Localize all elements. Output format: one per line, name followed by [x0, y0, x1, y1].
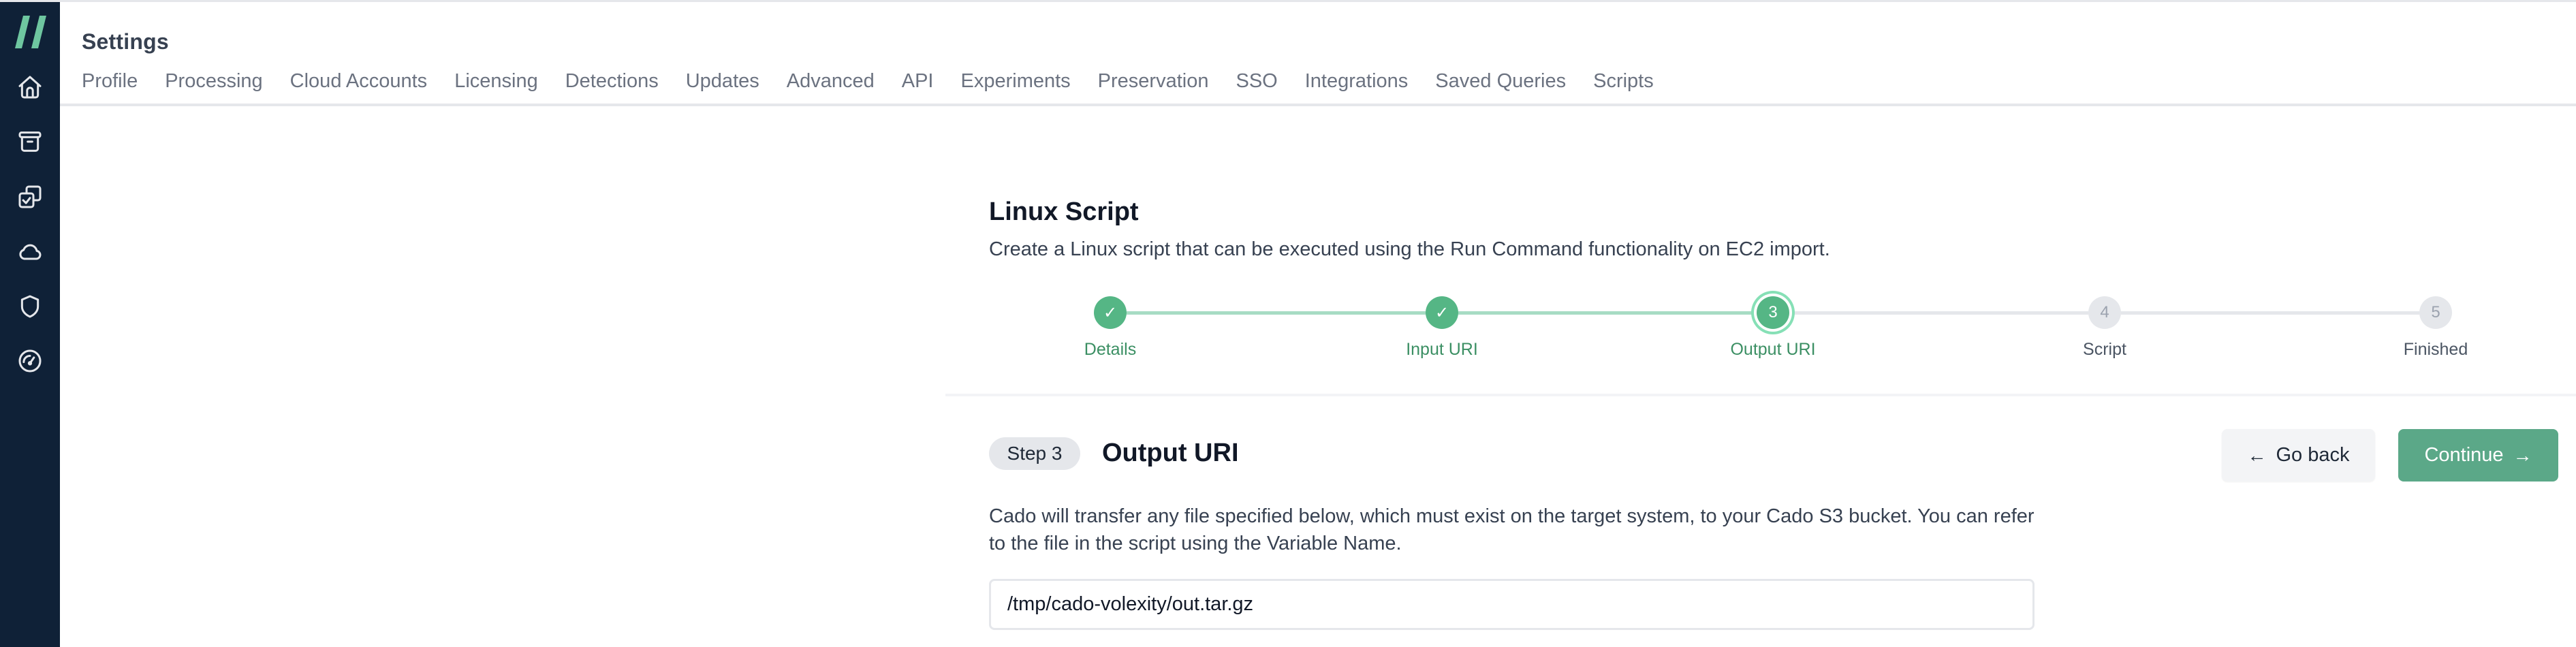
wizard-description: Create a Linux script that can be execut…	[989, 238, 1830, 260]
step-badge: Step 3	[989, 437, 1080, 470]
tab-experiments[interactable]: Experiments	[961, 69, 1071, 93]
tab-sso[interactable]: SSO	[1236, 69, 1277, 93]
step-title: Output URI	[1102, 439, 1239, 467]
stepper-connector-todo	[2121, 311, 2419, 315]
step-label: Finished	[2403, 340, 2468, 359]
step-number: 3	[1757, 296, 1789, 329]
settings-tabs: Profile Processing Cloud Accounts Licens…	[82, 69, 1681, 93]
go-back-button[interactable]: ← Go back	[2222, 429, 2375, 482]
stepper-connector-todo	[1789, 311, 2088, 315]
tab-preservation[interactable]: Preservation	[1098, 69, 1209, 93]
settings-header: Settings Profile Processing Cloud Accoun…	[60, 2, 2576, 106]
step-label: Output URI	[1730, 340, 1816, 359]
step-number: 5	[2419, 296, 2452, 329]
check-icon: ✓	[1426, 296, 1458, 329]
tab-api[interactable]: API	[902, 69, 934, 93]
step-label: Script	[2083, 340, 2126, 359]
cado-logo-icon[interactable]	[14, 14, 49, 50]
step-label: Input URI	[1406, 340, 1478, 359]
output-uri-input[interactable]	[989, 579, 2035, 630]
stepper-connector-done	[1458, 311, 1757, 315]
wizard-title: Linux Script	[989, 198, 1139, 226]
continue-button[interactable]: Continue →	[2398, 429, 2558, 482]
tab-detections[interactable]: Detections	[565, 69, 659, 93]
tab-updates[interactable]: Updates	[686, 69, 759, 93]
section-divider	[945, 394, 2576, 396]
continue-label: Continue	[2424, 444, 2504, 466]
go-back-label: Go back	[2276, 444, 2350, 466]
tab-scripts[interactable]: Scripts	[1593, 69, 1654, 93]
archive-icon[interactable]	[15, 127, 45, 157]
cloud-icon[interactable]	[15, 237, 45, 267]
output-uri-description: Cado will transfer any file specified be…	[989, 505, 2035, 554]
tab-saved-queries[interactable]: Saved Queries	[1435, 69, 1566, 93]
copy-check-icon[interactable]	[15, 182, 45, 212]
stepper-connector-done	[1127, 311, 1426, 315]
tab-licensing[interactable]: Licensing	[454, 69, 538, 93]
tab-profile[interactable]: Profile	[82, 69, 138, 93]
tab-processing[interactable]: Processing	[165, 69, 262, 93]
shield-icon[interactable]	[15, 291, 45, 321]
tab-advanced[interactable]: Advanced	[787, 69, 875, 93]
gauge-icon[interactable]	[15, 346, 45, 376]
step-number: 4	[2088, 296, 2121, 329]
arrow-right-icon: →	[2513, 444, 2532, 466]
page-title: Settings	[82, 29, 169, 54]
tab-integrations[interactable]: Integrations	[1305, 69, 1409, 93]
check-icon: ✓	[1094, 296, 1127, 329]
tab-cloud-accounts[interactable]: Cloud Accounts	[290, 69, 428, 93]
step-label: Details	[1084, 340, 1137, 359]
home-icon[interactable]	[15, 72, 45, 102]
arrow-left-icon: ←	[2247, 444, 2267, 466]
sidebar	[0, 2, 60, 647]
